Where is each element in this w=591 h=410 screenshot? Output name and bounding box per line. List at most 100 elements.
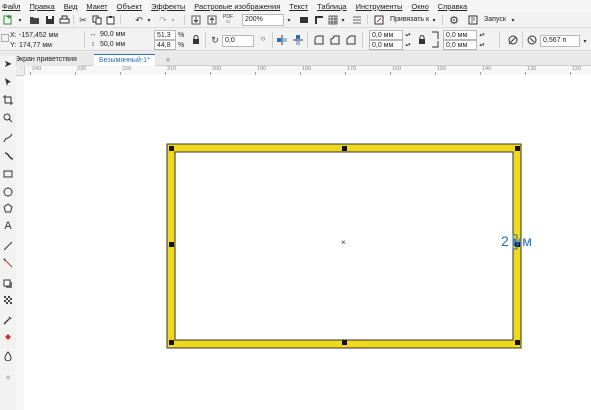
undo-dropdown-icon[interactable]: ▾	[145, 14, 153, 26]
menu-item[interactable]: Окно	[411, 2, 428, 11]
add-tool-icon[interactable]: +	[1, 372, 15, 384]
cut-icon[interactable]: ✂	[77, 14, 89, 26]
menu-item[interactable]: Растровые изображения	[194, 2, 280, 11]
drawing-canvas[interactable]: × 2 мм	[24, 75, 591, 410]
guidelines-icon[interactable]	[351, 14, 363, 26]
open-icon[interactable]	[28, 14, 40, 26]
show-grid-icon[interactable]	[327, 14, 339, 26]
show-rulers-icon[interactable]	[313, 14, 325, 26]
new-dropdown-icon[interactable]: ▾	[16, 14, 24, 26]
snap-dropdown-icon[interactable]: ▾	[430, 14, 438, 26]
corner-radius-bottom-right[interactable]: 0,0 мм	[443, 40, 477, 50]
paste-icon[interactable]	[105, 14, 117, 26]
new-document-icon[interactable]	[2, 14, 14, 26]
edit-corners-together-icon[interactable]	[416, 34, 428, 46]
freehand-tool-icon[interactable]	[1, 132, 15, 144]
artistic-media-tool-icon[interactable]	[1, 150, 15, 162]
scalloped-corner-icon[interactable]	[329, 34, 341, 46]
relative-corner-scaling-icon[interactable]	[506, 34, 518, 46]
save-icon[interactable]	[44, 14, 56, 26]
launch-icon[interactable]	[467, 14, 479, 26]
import-icon[interactable]	[190, 14, 202, 26]
scale-width-field[interactable]: 51,3	[154, 30, 176, 40]
rectangle-tool-icon[interactable]	[1, 168, 15, 180]
tab-welcome-screen[interactable]: Экран приветствия	[10, 54, 82, 66]
menu-item[interactable]: Текст	[289, 2, 308, 11]
smart-fill-tool-icon[interactable]	[1, 350, 15, 362]
dimension-label[interactable]: 2 мм	[501, 233, 532, 249]
menu-item[interactable]: Таблица	[317, 2, 346, 11]
print-icon[interactable]	[58, 14, 70, 26]
mirror-vertical-icon[interactable]	[292, 34, 304, 46]
parallel-dimension-tool-icon[interactable]	[1, 240, 15, 252]
transparency-tool-icon[interactable]	[1, 294, 15, 306]
corner-radius-top-right[interactable]: 0,0 мм	[443, 30, 477, 40]
gear-icon[interactable]: ⚙	[448, 14, 460, 27]
mirror-horizontal-icon[interactable]	[276, 34, 288, 46]
height-field[interactable]: 50,0 мм	[98, 40, 152, 50]
lock-ratio-icon[interactable]	[190, 35, 202, 45]
menu-item[interactable]: Эффекты	[151, 2, 185, 11]
menu-item[interactable]: Правка	[29, 2, 54, 11]
spin-right-top-icon[interactable]: ▴▾	[478, 30, 486, 39]
corner-radius-top-left[interactable]: 0,0 мм	[369, 30, 403, 40]
redo-dropdown-icon[interactable]: ▾	[169, 14, 177, 26]
ruler-tick-label: 130	[527, 66, 537, 72]
drop-shadow-tool-icon[interactable]	[1, 278, 15, 290]
export-icon[interactable]	[206, 14, 218, 26]
ruler-tick-label: 230	[77, 66, 87, 72]
interactive-fill-tool-icon[interactable]	[1, 331, 15, 343]
selection-handle-top-left	[169, 146, 174, 151]
spin-right-bottom-icon[interactable]: ▴▾	[478, 40, 486, 49]
outline-width-field[interactable]: 0,567 п	[540, 35, 580, 47]
chamfered-corner-icon[interactable]	[345, 34, 357, 46]
round-corner-icon[interactable]	[313, 34, 325, 46]
undo-icon[interactable]: ↶	[133, 14, 145, 26]
menu-item[interactable]: Вид	[64, 2, 78, 11]
text-tool-icon[interactable]: A	[1, 220, 15, 232]
rotation-field[interactable]: 0,0	[222, 35, 254, 47]
snap-to-label[interactable]: Привязать к	[390, 16, 429, 23]
y-label: Y:	[10, 42, 17, 49]
y-position-field[interactable]: 174,77 мм	[19, 42, 52, 49]
ruler-tick-label: 220	[122, 66, 132, 72]
width-field[interactable]: 90,0 мм	[98, 30, 152, 40]
pick-tool-icon[interactable]: ➤	[1, 58, 15, 70]
scale-height-field[interactable]: 44,8	[154, 40, 176, 50]
property-bar: X: Y: -157,452 мм 174,77 мм ↔ ↕ 90,0 мм …	[0, 29, 591, 51]
menu-item[interactable]: Объект	[117, 2, 143, 11]
shape-tool-icon[interactable]	[1, 76, 15, 88]
snap-icon[interactable]	[373, 14, 385, 26]
launch-label[interactable]: Запуск	[484, 16, 506, 23]
menu-item[interactable]: Инструменты	[356, 2, 403, 11]
ellipse-tool-icon[interactable]	[1, 186, 15, 198]
document-tabs: ▸ Экран приветствия Безымянный-1* +	[0, 52, 591, 67]
scale-width-percent: %	[178, 32, 185, 39]
menu-item[interactable]: Файл	[2, 2, 20, 11]
pdf-export-icon[interactable]: PDF ▭	[221, 14, 235, 26]
spin-up-icon[interactable]: ▴▾	[404, 30, 412, 39]
crop-tool-icon[interactable]	[1, 94, 15, 106]
reference-point-icon[interactable]	[1, 33, 9, 43]
menu-item[interactable]: Справка	[438, 2, 467, 11]
zoom-dropdown-icon[interactable]: ▾	[285, 14, 293, 26]
redo-icon[interactable]: ↷	[157, 14, 169, 26]
grid-dropdown-icon[interactable]: ▾	[339, 14, 347, 26]
outline-width-dropdown-icon[interactable]: ▾	[581, 35, 589, 47]
launch-dropdown-icon[interactable]: ▾	[509, 14, 517, 26]
polygon-tool-icon[interactable]	[1, 202, 15, 214]
corner-radius-bottom-left[interactable]: 0,0 мм	[369, 40, 403, 50]
tab-add-button[interactable]: +	[163, 54, 173, 66]
zoom-tool-icon[interactable]	[1, 112, 15, 124]
eyedropper-tool-icon[interactable]	[1, 314, 15, 326]
menu-item[interactable]: Макет	[86, 2, 107, 11]
spin-down-icon[interactable]: ▴▾	[404, 40, 412, 49]
degree-icon: ○	[260, 33, 266, 43]
full-screen-icon[interactable]	[298, 14, 310, 26]
zoom-level-field[interactable]: 200%	[242, 14, 284, 26]
selection-handle-middle-left	[169, 242, 174, 247]
x-position-field[interactable]: -157,452 мм	[19, 32, 58, 39]
copy-icon[interactable]	[91, 14, 103, 26]
ruler-tick-label: 120	[572, 66, 582, 72]
connector-tool-icon[interactable]	[1, 257, 15, 269]
